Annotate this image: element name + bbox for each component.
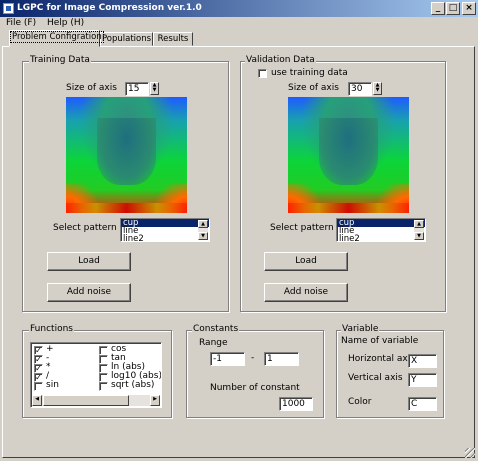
color-input[interactable]: C: [408, 397, 437, 411]
scroll-left-arrow-icon[interactable]: ◀: [32, 395, 42, 406]
training-add-noise-button[interactable]: Add noise: [47, 283, 131, 302]
range-dash: -: [251, 353, 255, 363]
function-ln-checkbox[interactable]: [99, 364, 108, 373]
training-size-label: Size of axis: [66, 83, 117, 93]
function-sqrt-label: sqrt (abs): [111, 380, 155, 390]
use-training-checkbox[interactable]: [258, 69, 267, 78]
functions-checklist[interactable]: ✓ + ✓ - ✓ * ✓ / sin cos tan ln (abs) log…: [30, 342, 162, 408]
maximize-button[interactable]: □: [446, 2, 460, 15]
validation-add-noise-button[interactable]: Add noise: [264, 283, 348, 302]
list-scrollbar[interactable]: ▲ ▼: [414, 220, 424, 240]
app-icon: [3, 3, 14, 14]
function-log10-checkbox[interactable]: [99, 373, 108, 382]
menu-help[interactable]: Help (H): [47, 18, 84, 28]
function-cos-checkbox[interactable]: [99, 346, 108, 355]
variable-title: Variable: [341, 324, 380, 334]
use-training-label: use training data: [271, 68, 348, 78]
tab-problem-configration[interactable]: Problem Configration: [9, 30, 104, 47]
scroll-right-arrow-icon[interactable]: ▶: [150, 395, 160, 406]
training-pattern-list[interactable]: cup line line2 ▲ ▼: [120, 218, 210, 242]
functions-title: Functions: [29, 324, 74, 334]
tab-results[interactable]: Results: [153, 32, 193, 46]
vertical-axis-input[interactable]: Y: [408, 373, 437, 387]
menu-file[interactable]: File (F): [6, 18, 36, 28]
resize-grip-icon[interactable]: [465, 448, 475, 458]
scroll-down-arrow-icon[interactable]: ▼: [198, 232, 208, 240]
horizontal-axis-input[interactable]: X: [408, 354, 437, 368]
validation-size-label: Size of axis: [288, 83, 339, 93]
validation-size-spinner[interactable]: ▲ ▼: [373, 82, 382, 95]
window-title: LGPC for Image Compression ver.1.0: [17, 3, 202, 13]
validation-size-input[interactable]: 30: [348, 82, 372, 96]
functions-hscrollbar[interactable]: ◀ ▶: [32, 395, 160, 406]
function-minus-checkbox[interactable]: ✓: [34, 355, 43, 364]
menu-bar: File (F) Help (H): [0, 17, 478, 31]
scroll-down-arrow-icon[interactable]: ▼: [414, 232, 424, 240]
validation-data-title: Validation Data: [245, 55, 316, 65]
title-bar: LGPC for Image Compression ver.1.0 _ □ ×: [0, 0, 478, 17]
scroll-thumb[interactable]: [43, 395, 129, 406]
function-divide-checkbox[interactable]: ✓: [34, 373, 43, 382]
training-data-title: Training Data: [29, 55, 91, 65]
scroll-up-arrow-icon[interactable]: ▲: [198, 220, 208, 228]
function-plus-checkbox[interactable]: ✓: [34, 346, 43, 355]
constants-title: Constants: [192, 324, 240, 334]
minimize-button[interactable]: _: [431, 2, 445, 15]
number-of-constant-input[interactable]: 1000: [279, 397, 313, 411]
function-sqrt-checkbox[interactable]: [99, 382, 108, 391]
function-sin-checkbox[interactable]: [34, 382, 43, 391]
range-max-input[interactable]: 1: [264, 352, 299, 366]
validation-load-button[interactable]: Load: [264, 252, 348, 271]
name-of-variable-label: Name of variable: [341, 336, 419, 346]
list-item[interactable]: line2: [337, 235, 425, 241]
range-label: Range: [199, 338, 228, 348]
function-multiply-checkbox[interactable]: ✓: [34, 364, 43, 373]
validation-data-heatmap: [288, 97, 409, 213]
horizontal-axis-label: Horizontal axis: [348, 354, 415, 364]
training-size-input[interactable]: 15: [125, 82, 149, 96]
scroll-up-arrow-icon[interactable]: ▲: [414, 220, 424, 228]
number-of-constant-label: Number of constant: [210, 383, 300, 393]
list-scrollbar[interactable]: ▲ ▼: [198, 220, 208, 240]
training-pattern-label: Select pattern: [53, 223, 117, 233]
training-size-spinner[interactable]: ▲ ▼: [150, 82, 159, 95]
training-load-button[interactable]: Load: [47, 252, 131, 271]
tab-populations[interactable]: Populations: [100, 32, 153, 46]
range-min-input[interactable]: -1: [210, 352, 245, 366]
function-tan-checkbox[interactable]: [99, 355, 108, 364]
function-sin-label: sin: [46, 380, 59, 390]
vertical-axis-label: Vertical axis: [348, 373, 403, 383]
color-label: Color: [348, 397, 372, 407]
validation-pattern-list[interactable]: cup line line2 ▲ ▼: [336, 218, 426, 242]
list-item[interactable]: line2: [121, 235, 209, 241]
close-button[interactable]: ×: [462, 2, 476, 15]
validation-pattern-label: Select pattern: [270, 223, 334, 233]
training-data-heatmap: [66, 97, 187, 213]
